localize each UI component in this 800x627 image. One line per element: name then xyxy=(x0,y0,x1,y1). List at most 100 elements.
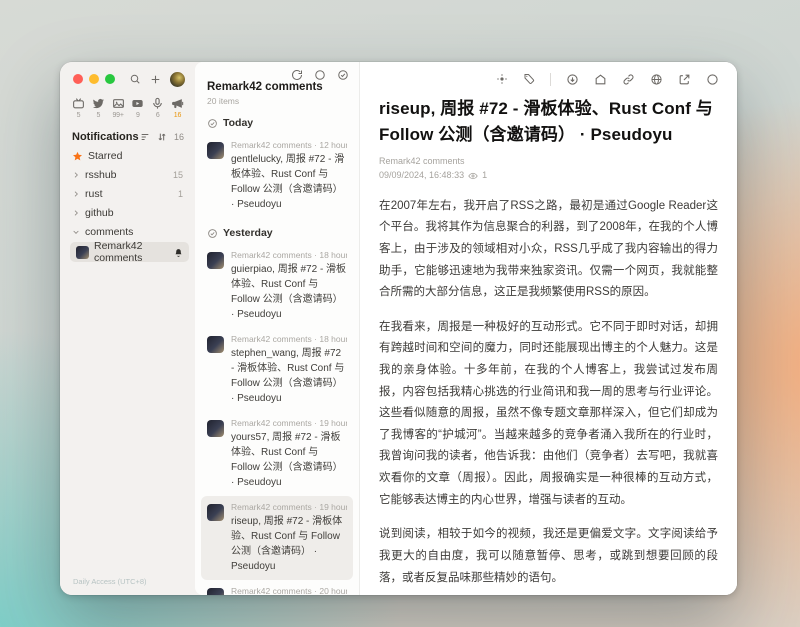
sidebar-footer-label: Daily Access (UTC+8) xyxy=(73,577,147,586)
bilibili-icon xyxy=(72,97,85,110)
eye-icon xyxy=(468,171,478,181)
feed-avatar xyxy=(207,142,224,159)
article-body: 在2007年左右，我开启了RSS之路，最初是通过Google Reader这个平… xyxy=(379,196,718,595)
sort-icon[interactable] xyxy=(157,132,167,142)
sidebar-item-label: github xyxy=(85,207,114,219)
article: riseup, 周报 #72 - 滑板体验、Rust Conf 与 Follow… xyxy=(360,90,737,595)
minimize-button[interactable] xyxy=(89,74,99,84)
user-avatar[interactable] xyxy=(170,72,185,87)
entry-list-section-header: Today xyxy=(201,108,353,134)
sidebar-section-header: Notifications 16 xyxy=(66,131,189,147)
focus-icon[interactable] xyxy=(496,73,508,85)
plus-icon[interactable] xyxy=(149,73,162,86)
entry-source-line: Remark42 comments · 20 hours xyxy=(231,586,347,595)
section-label: Yesterday xyxy=(223,227,273,239)
entry-list: Today Remark42 comments · 12 hours gentl… xyxy=(195,106,359,595)
article-title: riseup, 周报 #72 - 滑板体验、Rust Conf 与 Follow… xyxy=(379,96,718,147)
circle-check-icon[interactable] xyxy=(207,118,218,129)
arrow-down-circle-icon[interactable] xyxy=(566,73,579,86)
feed-shortcut-pictures[interactable]: 99+ xyxy=(109,97,128,119)
entry-source-line: Remark42 comments · 18 hours xyxy=(231,250,347,260)
feed-shortcut-notifications[interactable]: 16 xyxy=(168,97,187,119)
app-window: 5 5 99+ 9 xyxy=(60,62,737,595)
article-paragraph: 在2007年左右，我开启了RSS之路，最初是通过Google Reader这个平… xyxy=(379,196,718,304)
list-item[interactable]: Remark42 comments · 18 hours guierpiao, … xyxy=(201,244,353,328)
feed-avatar xyxy=(207,504,224,521)
sidebar-item-label: rust xyxy=(85,188,103,200)
chevron-right-icon xyxy=(72,171,80,179)
sidebar-item-label: Starred xyxy=(88,150,122,162)
sidebar-item-label: Remark42 comments xyxy=(94,240,169,264)
list-item[interactable]: Remark42 comments · 18 hours stephen_wan… xyxy=(201,328,353,412)
list-item[interactable]: Remark42 comments · 20 hours 未央花_, 周报 #7… xyxy=(201,580,353,595)
sidebar-item-rust[interactable]: rust 1 xyxy=(66,185,189,203)
star-icon xyxy=(72,151,83,162)
article-datetime: 09/09/2024, 16:48:33 xyxy=(379,168,464,182)
link-icon[interactable] xyxy=(622,73,635,86)
section-title: Notifications xyxy=(72,131,139,143)
list-item[interactable]: Remark42 comments · 19 hours yours57, 周报… xyxy=(201,412,353,496)
external-link-icon[interactable] xyxy=(678,73,691,86)
zoom-button[interactable] xyxy=(105,74,115,84)
globe-icon[interactable] xyxy=(650,73,663,86)
bell-off-icon xyxy=(174,248,183,257)
article-paragraph: 说到阅读，相较于如今的视频，我还是更偏爱文字。文字阅读给予我更大的自由度，我可以… xyxy=(379,524,718,589)
section-label: Today xyxy=(223,117,253,129)
unread-count: 15 xyxy=(173,170,183,180)
twitter-icon xyxy=(92,97,105,110)
podcast-icon xyxy=(151,97,164,110)
feed-shortcut-bilibili[interactable]: 5 xyxy=(69,97,88,119)
sidebar-item-rsshub[interactable]: rsshub 15 xyxy=(66,166,189,184)
article-meta: Remark42 comments 09/09/2024, 16:48:33 1 xyxy=(379,154,718,183)
feed-shortcut-youtube[interactable]: 9 xyxy=(128,97,147,119)
unread-count: 6 xyxy=(156,112,160,119)
toolbar-divider xyxy=(550,73,551,86)
close-button[interactable] xyxy=(73,74,83,84)
unread-count: 16 xyxy=(174,112,181,119)
entry-title: yours57, 周报 #72 - 滑板体验、Rust Conf 与 Follo… xyxy=(231,430,347,490)
sidebar-item-label: comments xyxy=(85,226,133,238)
feed-shortcut-podcast[interactable]: 6 xyxy=(148,97,167,119)
chevron-down-icon xyxy=(72,228,80,236)
feed-avatar xyxy=(76,246,89,259)
feed-title: Remark42 comments xyxy=(207,81,349,93)
unread-filter-icon[interactable] xyxy=(314,69,326,81)
entry-title: riseup, 周报 #72 - 滑板体验、Rust Conf 与 Follow… xyxy=(231,514,347,574)
feed-shortcut-strip: 5 5 99+ 9 xyxy=(66,88,189,119)
list-item[interactable]: Remark42 comments · 19 hours riseup, 周报 … xyxy=(201,496,353,580)
entry-source-line: Remark42 comments · 19 hours xyxy=(231,502,347,512)
mark-all-read-icon[interactable] xyxy=(337,69,349,81)
sidebar-item-starred[interactable]: Starred xyxy=(66,147,189,165)
sidebar-item-label: rsshub xyxy=(85,169,117,181)
feed-shortcut-twitter[interactable]: 5 xyxy=(89,97,108,119)
list-item[interactable]: Remark42 comments · 12 hours gentlelucky… xyxy=(201,134,353,218)
entry-list-header: Remark42 comments 20 items xyxy=(195,62,359,106)
circle-check-icon[interactable] xyxy=(207,228,218,239)
home-icon[interactable] xyxy=(594,73,607,86)
feed-avatar xyxy=(207,336,224,353)
entry-title: stephen_wang, 周报 #72 - 滑板体验、Rust Conf 与 … xyxy=(231,346,347,406)
entry-list-pane: Remark42 comments 20 items Today Remark4… xyxy=(195,62,360,595)
unread-count: 99+ xyxy=(112,112,123,119)
pictures-icon xyxy=(112,97,125,110)
chevron-right-icon xyxy=(72,209,80,217)
unread-count: 5 xyxy=(77,112,81,119)
tag-icon[interactable] xyxy=(523,73,535,85)
sidebar-item-comments[interactable]: comments xyxy=(66,223,189,241)
unread-count: 1 xyxy=(178,189,183,199)
sidebar-item-github[interactable]: github xyxy=(66,204,189,222)
feed-avatar xyxy=(207,252,224,269)
refresh-icon[interactable] xyxy=(291,69,303,81)
unread-count: 9 xyxy=(136,112,140,119)
unread-count: 5 xyxy=(96,112,100,119)
section-unread-count: 16 xyxy=(174,132,184,142)
reading-pane: riseup, 周报 #72 - 滑板体验、Rust Conf 与 Follow… xyxy=(360,62,737,595)
mark-unread-icon[interactable] xyxy=(706,73,719,86)
sidebar-item-remark42-comments[interactable]: Remark42 comments xyxy=(70,242,189,262)
window-titlebar xyxy=(66,62,189,88)
group-icon[interactable] xyxy=(140,132,150,142)
search-icon[interactable] xyxy=(129,73,141,85)
article-paragraph: 在我看来，周报是一种极好的互动形式。它不同于即时对话，却拥有跨越时间和空间的魔力… xyxy=(379,317,718,511)
sidebar: 5 5 99+ 9 xyxy=(60,62,195,595)
entry-title: gentlelucky, 周报 #72 - 滑板体验、Rust Conf 与 F… xyxy=(231,152,347,212)
